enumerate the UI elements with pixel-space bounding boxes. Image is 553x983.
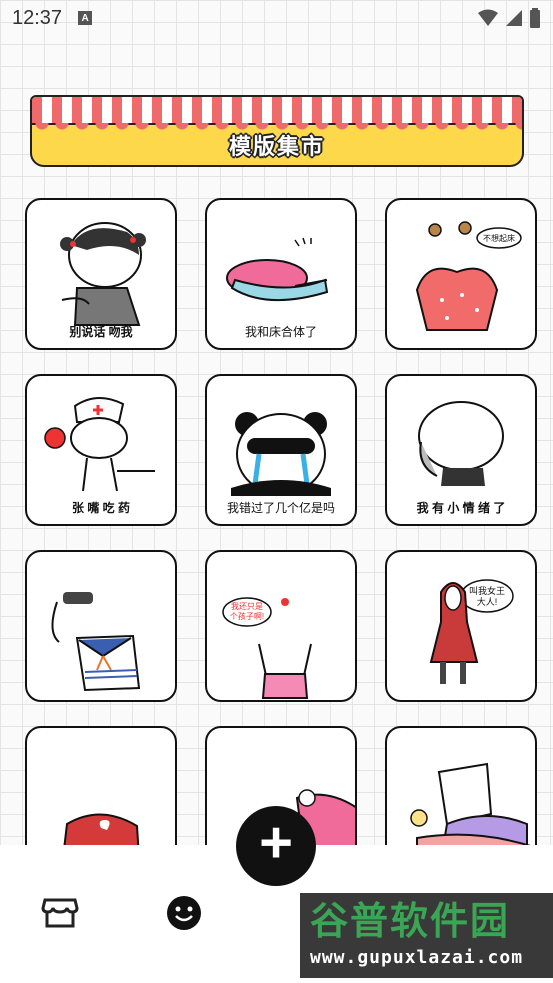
template-card[interactable]: 叫我女王 大人! xyxy=(385,550,537,702)
smiley-icon xyxy=(167,896,201,930)
template-market-banner: 模版集市 xyxy=(30,95,524,167)
bubble-text-line1: 叫我女王 xyxy=(469,585,505,596)
add-template-button[interactable]: + xyxy=(236,806,316,886)
template-card[interactable]: 我错过了几个亿是吗 xyxy=(205,374,357,526)
kid-shirt-sticker: 我还只是 个孩子啊! xyxy=(222,597,312,699)
template-card[interactable]: 我还只是 个孩子啊! xyxy=(205,550,357,702)
banner-title: 模版集市 xyxy=(228,134,325,159)
template-card[interactable]: 我 有 小 情 绪 了 xyxy=(385,374,537,526)
template-card[interactable]: 别说话 吻我 xyxy=(25,198,177,350)
template-caption: 张 嘴 吃 药 xyxy=(71,501,130,515)
template-grid: 别说话 吻我 我和床合体了 不想起床 张 嘴 吃 药 我错过了几个亿是吗 我 有… xyxy=(25,198,537,878)
store-icon xyxy=(41,898,79,928)
template-card[interactable]: 我和床合体了 xyxy=(205,198,357,350)
bubble-text-line2: 大人! xyxy=(477,596,498,607)
status-time: 12:37 xyxy=(12,6,63,29)
watermark-title: 谷普软件园 xyxy=(310,899,511,943)
template-card[interactable]: 张 嘴 吃 药 xyxy=(25,374,177,526)
wifi-icon xyxy=(478,9,498,26)
store-tab[interactable] xyxy=(40,893,80,933)
signal-icon xyxy=(506,10,522,26)
emoji-tab[interactable] xyxy=(164,893,204,933)
template-caption: 我和床合体了 xyxy=(244,325,317,339)
queen-coat-sticker: 叫我女王 大人! xyxy=(429,579,514,684)
plus-icon: + xyxy=(259,810,293,875)
status-bar: 12:37 A xyxy=(0,0,553,36)
awning-stripes xyxy=(32,97,522,125)
notification-icon: A xyxy=(78,11,93,25)
template-caption: 别说话 吻我 xyxy=(69,325,133,339)
bubble-text-line2: 个孩子啊! xyxy=(230,611,264,621)
battery-icon xyxy=(530,8,540,28)
watermark-url: www.gupuxlazai.com xyxy=(310,947,524,968)
template-caption: 我 有 小 情 绪 了 xyxy=(416,501,506,515)
template-card[interactable]: 不想起床 xyxy=(385,198,537,350)
watermark: 谷普软件园 www.gupuxlazai.com xyxy=(300,893,553,978)
template-card[interactable] xyxy=(25,550,177,702)
sailor-uniform-sticker xyxy=(51,592,141,692)
bubble-text: 不想起床 xyxy=(483,233,515,243)
blanket-sticker: 不想起床 xyxy=(415,221,522,331)
template-caption: 我错过了几个亿是吗 xyxy=(226,501,335,515)
bubble-text-line1: 我还只是 xyxy=(231,601,263,611)
